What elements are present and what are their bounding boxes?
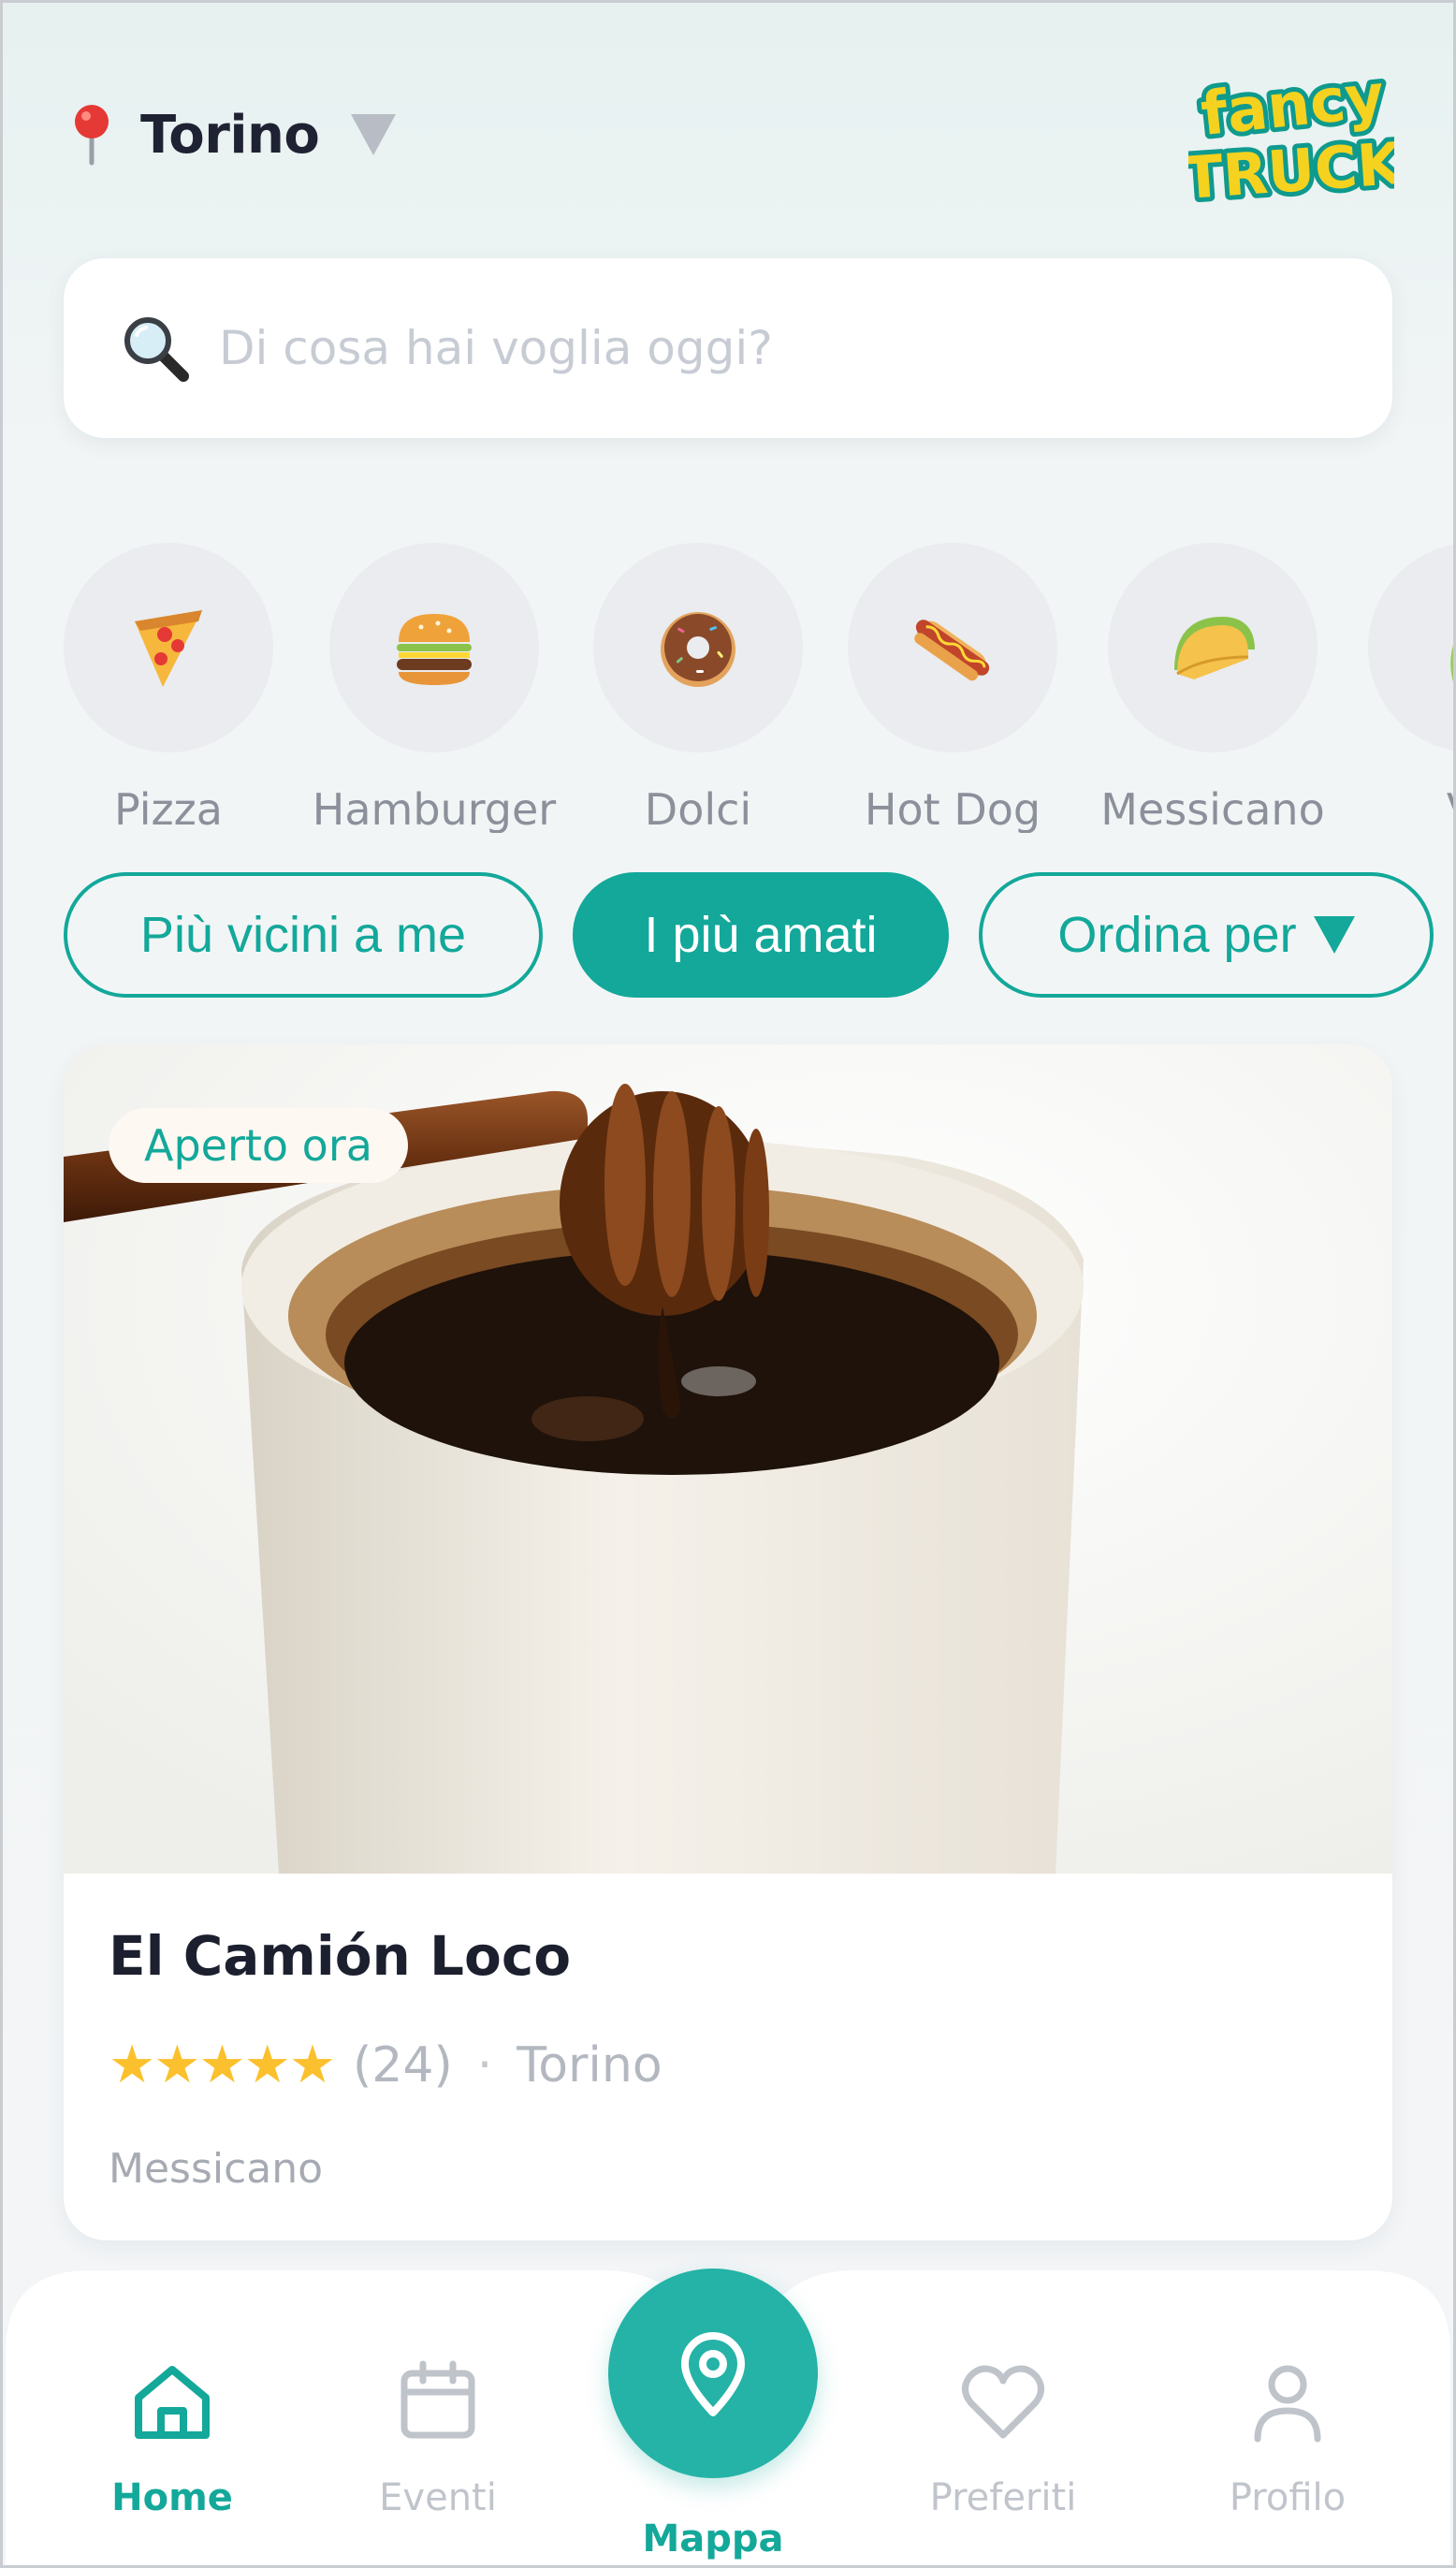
pizza-icon xyxy=(135,610,202,687)
nav-profile[interactable]: Profilo xyxy=(1194,2356,1381,2519)
home-icon xyxy=(135,2366,210,2439)
review-count: (24) xyxy=(353,2036,453,2094)
category-label: Hamburger xyxy=(312,784,557,833)
fancy-truck-logo: fancy TRUCK xyxy=(1188,57,1394,213)
calendar-icon xyxy=(400,2360,475,2439)
user-icon xyxy=(1254,2365,1321,2443)
category-pizza-circle xyxy=(64,543,273,752)
chevron-down-icon xyxy=(351,114,397,155)
truck-name: El Camión Loco xyxy=(109,1924,572,1988)
svg-text:TRUCK: TRUCK xyxy=(1188,129,1394,212)
category-label: Pizza xyxy=(114,784,223,833)
star-rating: ★★★★★ xyxy=(109,2035,336,2095)
truck-city: Torino xyxy=(517,2036,662,2094)
search-icon xyxy=(118,311,193,386)
rating-row: ★★★★★ (24) · Torino xyxy=(109,2035,662,2095)
location-selector[interactable]: Torino xyxy=(66,101,397,168)
map-pin-icon xyxy=(66,101,118,168)
category-vegetariano[interactable]: Ve xyxy=(1351,543,1456,833)
truck-category: Messicano xyxy=(109,2145,324,2193)
category-messicano[interactable]: Messicano xyxy=(1091,543,1334,833)
nav-label: Eventi xyxy=(379,2476,497,2519)
hamburger-icon xyxy=(397,614,472,685)
taco-icon xyxy=(1174,616,1255,679)
nav-map-label: Mappa xyxy=(642,2517,784,2561)
search-input[interactable] xyxy=(219,321,1342,375)
nav-map-button[interactable] xyxy=(608,2269,818,2478)
search-bar[interactable] xyxy=(64,258,1392,438)
bottom-nav: Home Eventi Mappa Preferiti Profilo xyxy=(6,2269,1450,2568)
category-label: Messicano xyxy=(1100,784,1325,833)
donut-icon xyxy=(661,612,735,687)
category-hotdog-circle xyxy=(848,543,1057,752)
nav-events[interactable]: Eventi xyxy=(344,2356,531,2519)
filter-label: I più amati xyxy=(644,907,878,963)
separator-dot: · xyxy=(476,2036,493,2094)
category-label: Dolci xyxy=(644,784,752,833)
nav-label: Home xyxy=(111,2476,233,2519)
filter-most-loved-button[interactable]: I più amati xyxy=(573,872,949,998)
nav-label: Preferiti xyxy=(929,2476,1077,2519)
category-hamburger[interactable]: Hamburger xyxy=(313,543,556,833)
category-pizza[interactable]: Pizza xyxy=(47,543,290,833)
heart-icon xyxy=(962,2365,1044,2439)
sort-by-dropdown[interactable]: Ordina per xyxy=(979,872,1434,998)
hotdog-icon xyxy=(914,620,990,681)
category-dolci-circle xyxy=(593,543,803,752)
category-dolci[interactable]: Dolci xyxy=(576,543,820,833)
filter-nearest-button[interactable]: Più vicini a me xyxy=(64,872,543,998)
map-pin-icon xyxy=(681,2332,745,2416)
category-label: Hot Dog xyxy=(864,784,1041,833)
chevron-down-icon xyxy=(1313,916,1355,954)
nav-home[interactable]: Home xyxy=(79,2356,266,2519)
location-label: Torino xyxy=(140,104,320,166)
nav-label: Profilo xyxy=(1229,2476,1347,2519)
truck-card[interactable]: Aperto ora El Camión Loco ★★★★★ (24) · T… xyxy=(64,1044,1392,2240)
category-hamburger-circle xyxy=(329,543,539,752)
category-carousel[interactable]: Pizza Hamburger Dolci Hot Dog Messicano xyxy=(0,543,1456,833)
nav-favorites[interactable]: Preferiti xyxy=(910,2356,1097,2519)
category-label: Ve xyxy=(1447,784,1456,833)
category-hotdog[interactable]: Hot Dog xyxy=(831,543,1074,833)
filter-label: Ordina per xyxy=(1057,907,1297,963)
filter-label: Più vicini a me xyxy=(139,907,467,963)
open-now-badge: Aperto ora xyxy=(109,1108,408,1183)
category-messicano-circle xyxy=(1108,543,1318,752)
category-vegetariano-circle xyxy=(1368,543,1456,752)
vegetable-icon xyxy=(1450,636,1456,685)
